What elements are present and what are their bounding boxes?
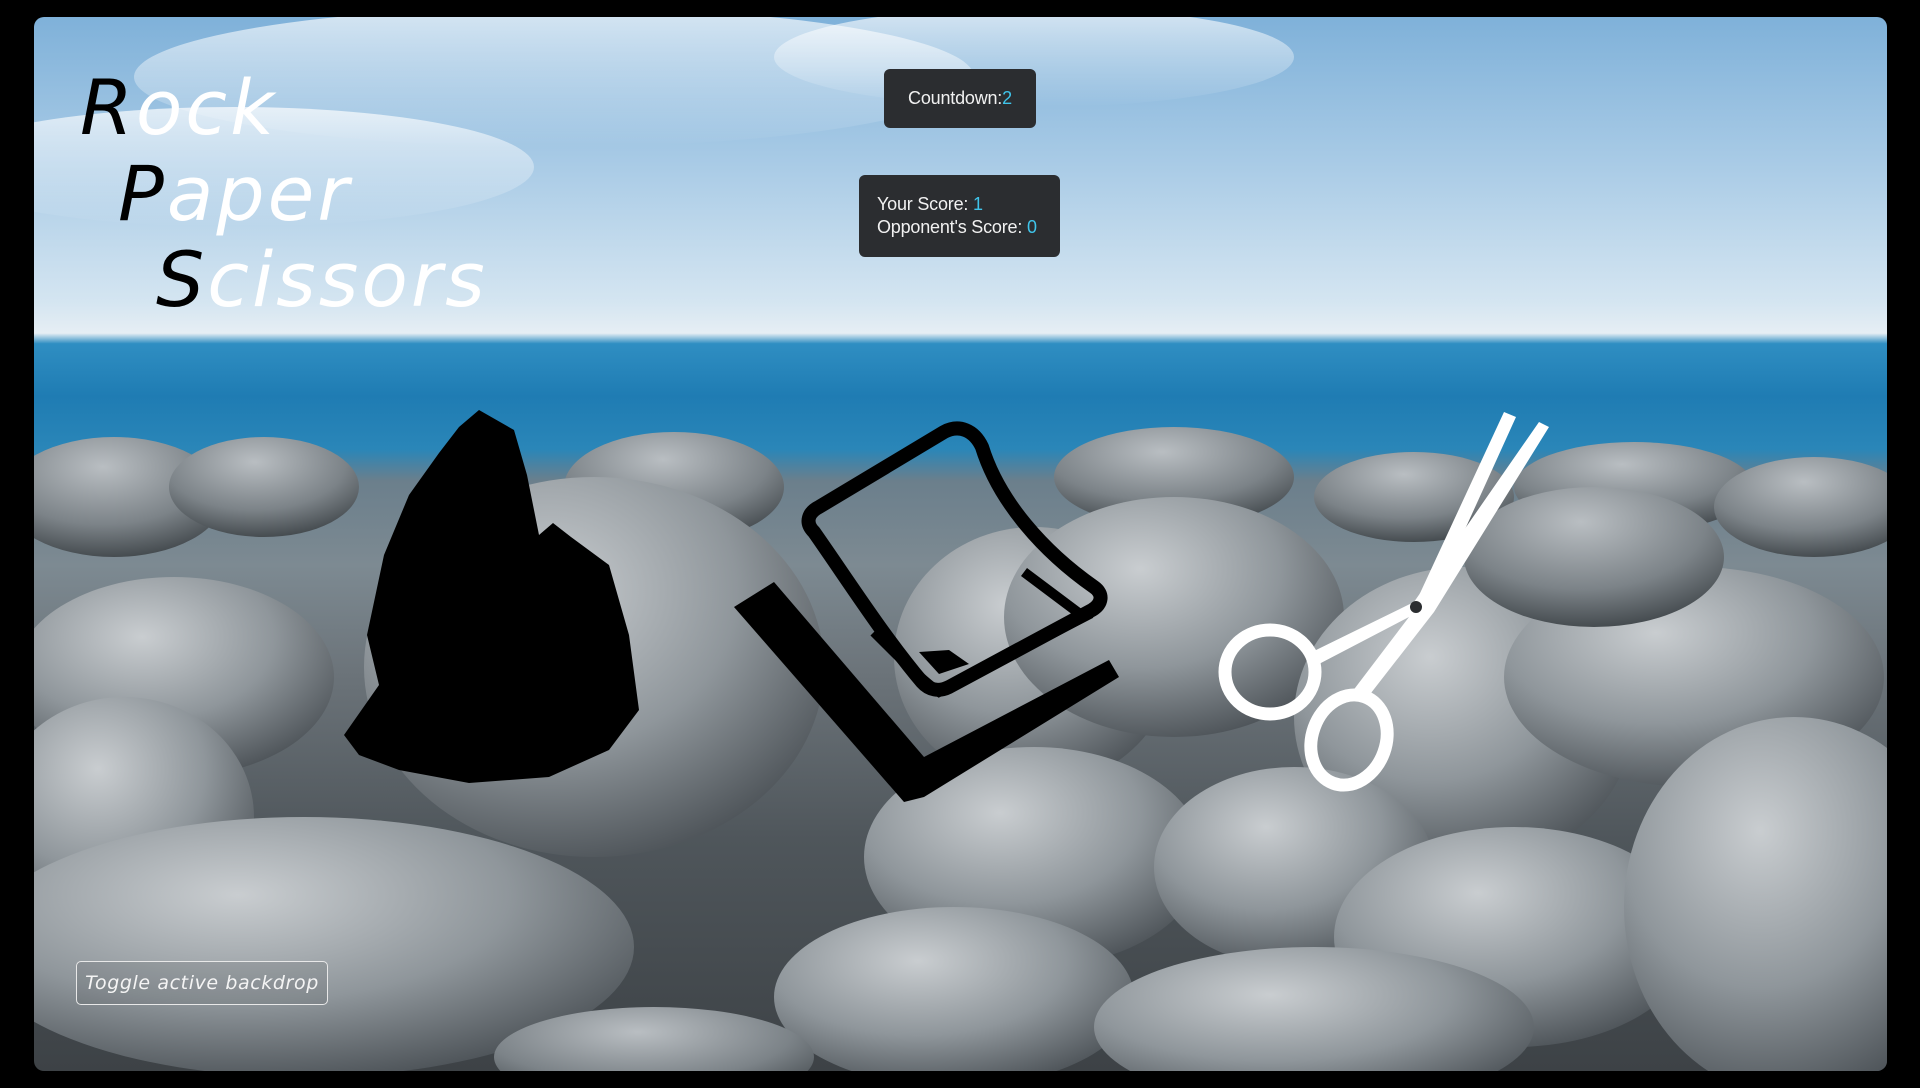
title-line-scissors: Scissors [156,235,488,324]
scissors-icon[interactable] [1204,402,1564,822]
opponent-score-row: Opponent's Score: 0 [877,217,1037,237]
rock-icon[interactable] [339,405,669,805]
countdown-panel: Countdown: 2 [884,69,1036,128]
your-score-row: Your Score: 1 [877,194,983,214]
game-frame: Rock Paper Scissors Countdown: 2 Your Sc… [34,17,1887,1071]
your-score-value: 1 [973,194,983,214]
toggle-backdrop-button[interactable]: Toggle active backdrop [76,961,328,1005]
opponent-score-value: 0 [1026,217,1037,237]
countdown-label: Countdown: [908,88,1003,108]
paper-icon[interactable] [724,412,1124,812]
title-line-rock: Rock [80,63,278,152]
title-line-paper: Paper [118,149,352,238]
countdown-value: 2 [1002,88,1012,108]
game-title: Rock Paper Scissors [80,65,488,323]
score-panel: Your Score: 1 Opponent's Score: 0 [859,175,1060,257]
